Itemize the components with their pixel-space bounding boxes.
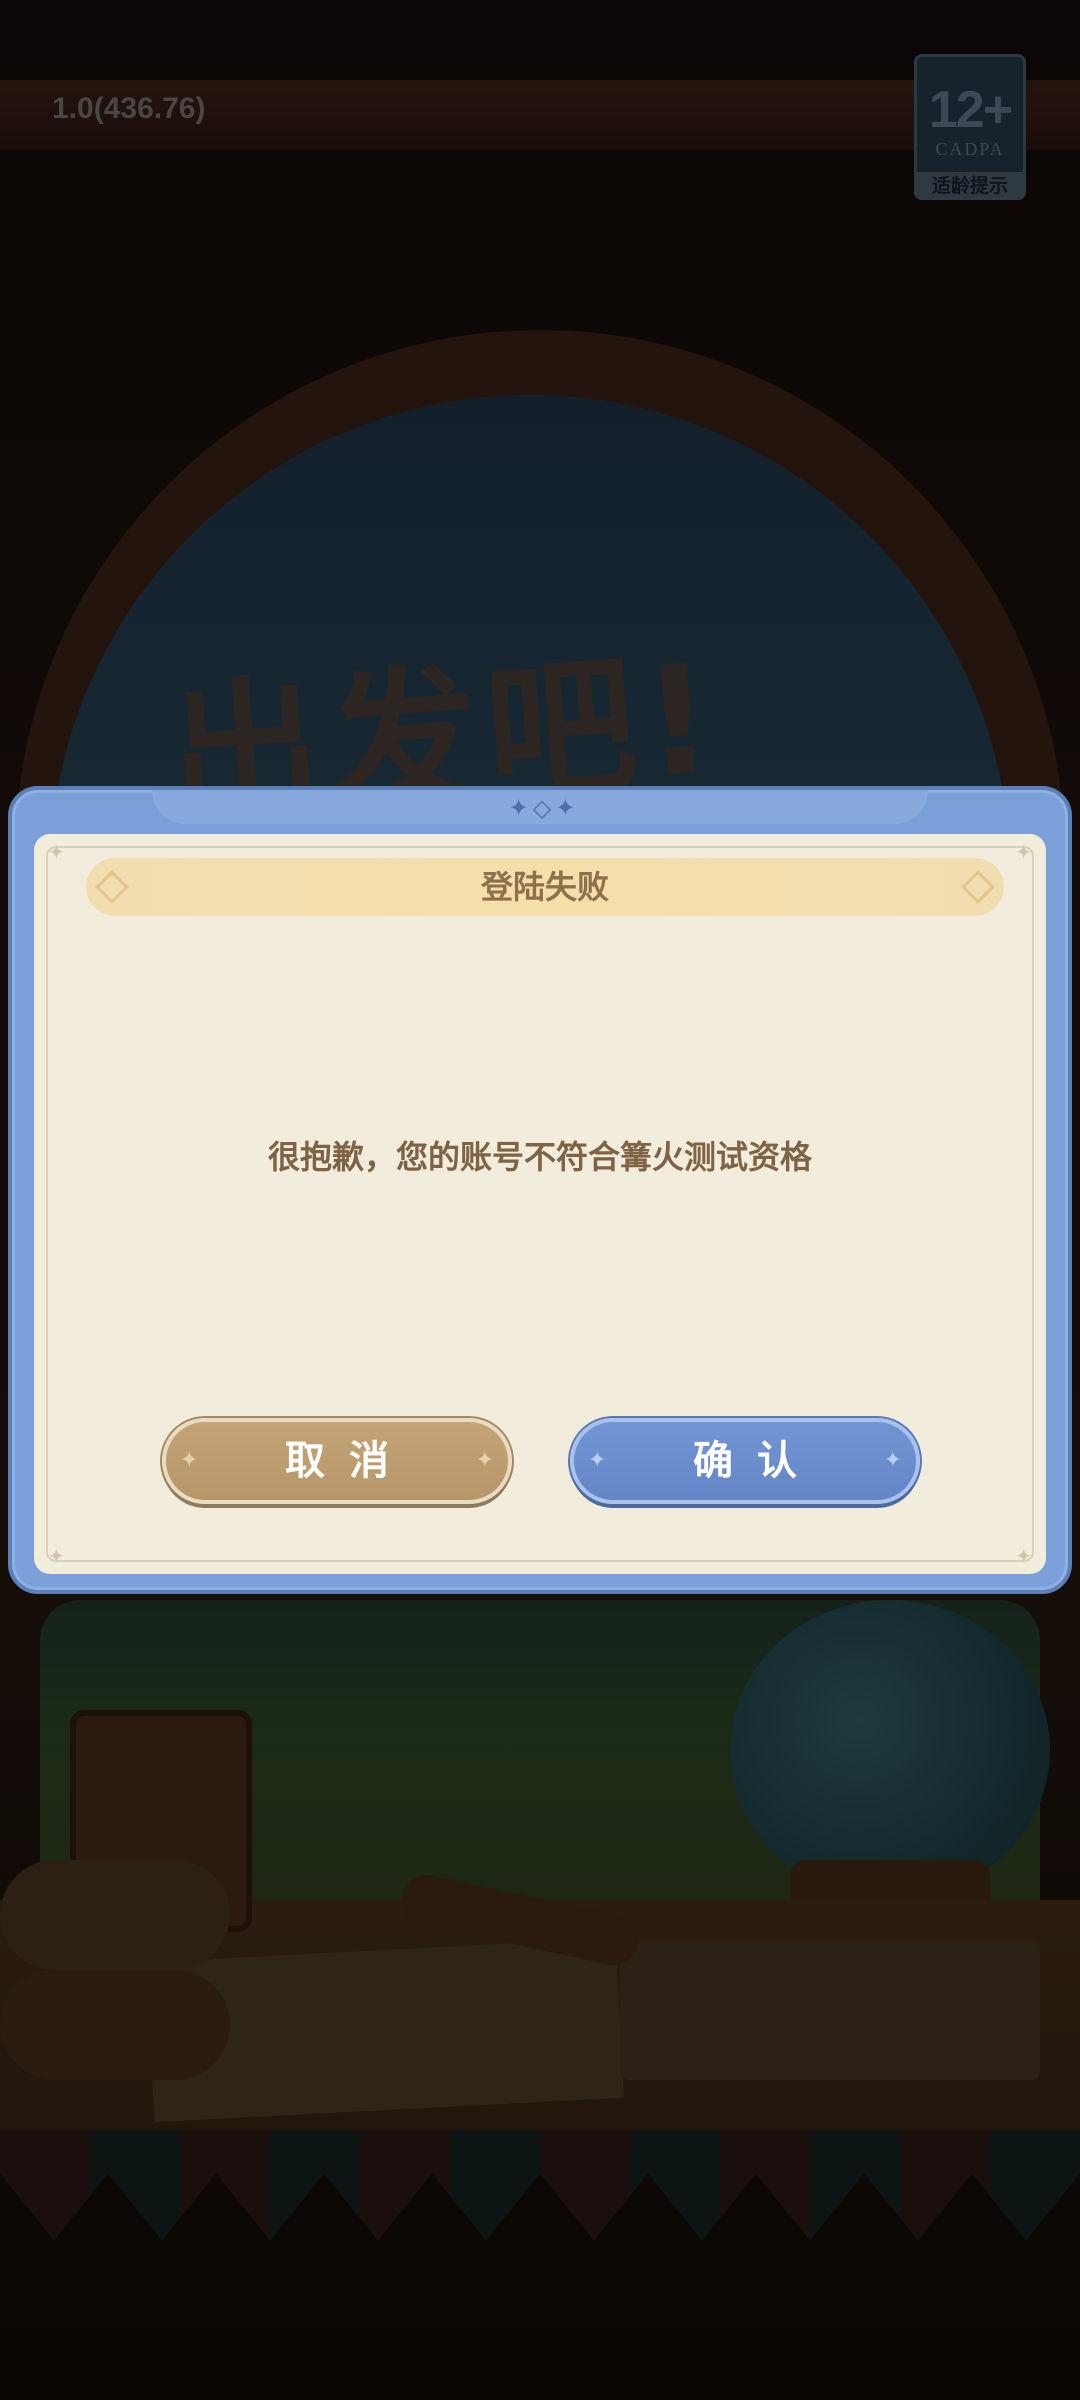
- sparkle-icon: ✦: [180, 1448, 199, 1473]
- sparkle-icon: ✦◇✦: [508, 794, 580, 822]
- dialog-title: 登陆失败: [480, 868, 609, 906]
- dialog-panel: ✦ ✦ ✦ ✦ 登陆失败 很抱歉，您的账号不符合篝火测试资格 ✦ 取消 ✦ ✦ …: [34, 834, 1046, 1574]
- title-ribbon: 登陆失败: [86, 858, 1004, 916]
- version-label: 1.0(436.76): [52, 92, 206, 125]
- sparkle-icon: ✦: [588, 1448, 607, 1473]
- age-rating-number: 12+: [928, 81, 1013, 139]
- age-rating-badge[interactable]: 12+ CADPA 适龄提示: [914, 54, 1026, 200]
- star-icon: ✦: [1015, 840, 1032, 864]
- login-failed-dialog: ✦◇✦ ✦ ✦ ✦ ✦ 登陆失败 很抱歉，您的账号不符合篝火测试资格 ✦ 取消 …: [8, 786, 1072, 1594]
- confirm-button-label: 确认: [693, 1438, 821, 1484]
- dialog-message: 很抱歉，您的账号不符合篝火测试资格: [267, 1138, 812, 1176]
- confirm-button[interactable]: ✦ 确认 ✦: [570, 1418, 920, 1504]
- open-book: [620, 1940, 1040, 2080]
- age-rating-tip: 适龄提示: [914, 172, 1026, 200]
- game-login-screen: 出发吧! 1.0(436.76) 12+ CADPA 适龄提示 ✦◇✦ ✦ ✦ …: [0, 0, 1080, 2400]
- cancel-button-label: 取消: [285, 1438, 413, 1484]
- cancel-button[interactable]: ✦ 取消 ✦: [162, 1418, 512, 1504]
- rolled-scroll: [0, 1970, 230, 2080]
- sparkle-icon: ✦: [475, 1448, 494, 1473]
- star-icon: ✦: [1015, 1544, 1032, 1568]
- star-icon: ✦: [48, 1544, 65, 1568]
- age-rating-org: CADPA: [935, 139, 1005, 159]
- rolled-scroll: [0, 1860, 230, 1970]
- crystal-ball: [730, 1600, 1050, 1900]
- sparkle-icon: ✦: [883, 1448, 902, 1473]
- star-icon: ✦: [48, 840, 65, 864]
- bunting-flags: [0, 2130, 1080, 2240]
